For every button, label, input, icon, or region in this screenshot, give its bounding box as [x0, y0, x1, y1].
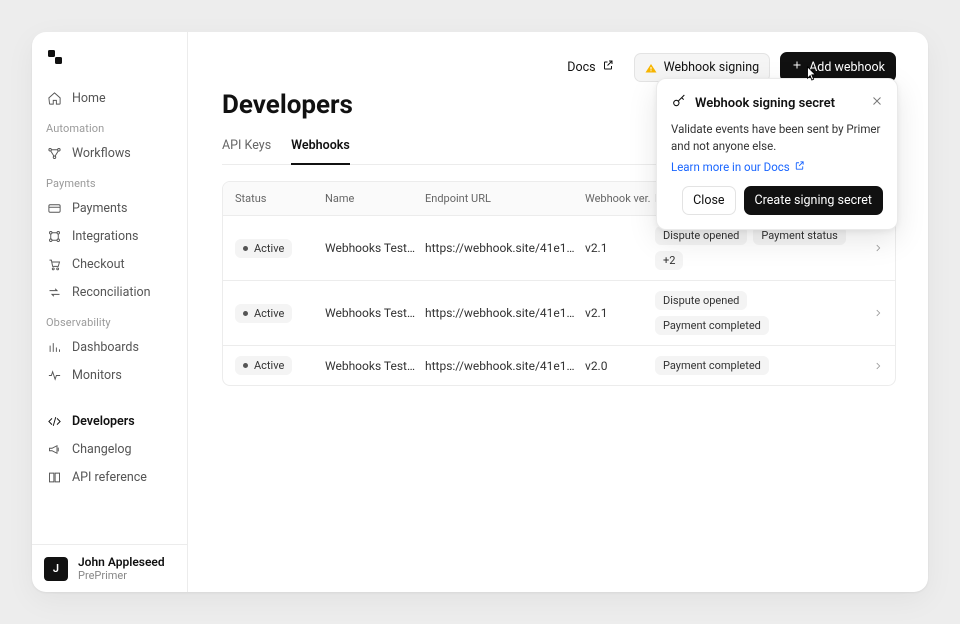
sidebar-group-observability: Observability Dashboards Monitors [32, 312, 187, 389]
brand-logo [46, 48, 64, 70]
webhook-name: Webhooks Test 2 [325, 306, 425, 320]
key-icon [671, 93, 687, 113]
chevron-right-icon[interactable] [859, 308, 883, 318]
table-row[interactable]: Active Webhooks Test 2https://webhook.sit… [223, 280, 895, 345]
cart-icon [46, 256, 62, 272]
sidebar-item-workflows[interactable]: Workflows [32, 139, 187, 167]
sidebar-item-home[interactable]: Home [32, 84, 187, 112]
webhook-signing-popover: Webhook signing secret Validate events h… [656, 78, 898, 230]
docs-link[interactable]: Docs [557, 53, 623, 81]
webhook-version: v2.1 [585, 241, 655, 255]
reconciliation-icon [46, 284, 62, 300]
warning-icon [645, 62, 658, 73]
webhook-version: v2.0 [585, 359, 655, 373]
sidebar-user[interactable]: J John Appleseed PrePrimer [32, 544, 187, 592]
sidebar-item-api-reference[interactable]: API reference [32, 463, 187, 491]
avatar: J [44, 557, 68, 581]
event-tags: Payment completed [655, 356, 859, 375]
main-content: Docs Webhook signing Add webhook Develop… [188, 32, 928, 592]
sidebar-item-label: Integrations [72, 229, 138, 244]
webhook-version: v2.1 [585, 306, 655, 320]
sidebar-item-label: Home [72, 91, 106, 106]
user-name: John Appleseed [78, 555, 165, 569]
sidebar-item-payments[interactable]: Payments [32, 194, 187, 222]
popover-create-button[interactable]: Create signing secret [744, 186, 883, 215]
sidebar-group-header: Automation [32, 118, 187, 139]
status-badge: Active [235, 356, 292, 375]
popover-title: Webhook signing secret [695, 96, 835, 111]
app-window: Home Automation Workflows Payments Payme… [32, 32, 928, 592]
table-row[interactable]: Active Webhooks Test 99https://webhook.si… [223, 345, 895, 385]
event-tag: Payment completed [655, 356, 769, 375]
sidebar-item-reconciliation[interactable]: Reconciliation [32, 278, 187, 306]
sidebar: Home Automation Workflows Payments Payme… [32, 32, 188, 592]
webhook-signing-label: Webhook signing [664, 60, 760, 75]
sidebar-item-label: Checkout [72, 257, 125, 272]
plus-icon [791, 59, 803, 75]
sidebar-item-label: Monitors [72, 368, 122, 383]
home-icon [46, 90, 62, 106]
megaphone-icon [46, 441, 62, 457]
sidebar-item-label: Reconciliation [72, 285, 151, 300]
chevron-right-icon[interactable] [859, 243, 883, 253]
webhook-url: https://webhook.site/41e17ea4-a... [425, 359, 585, 373]
popover-close-button[interactable]: Close [682, 186, 735, 215]
tab-api-keys[interactable]: API Keys [222, 130, 271, 165]
external-link-icon [794, 160, 805, 174]
close-icon[interactable] [871, 95, 883, 111]
webhook-name: Webhooks Test 99 [325, 359, 425, 373]
th-status: Status [235, 192, 325, 205]
workflow-icon [46, 145, 62, 161]
integrations-icon [46, 228, 62, 244]
docs-label: Docs [567, 60, 595, 75]
sidebar-group-bottom: Developers Changelog API reference [32, 407, 187, 491]
webhook-url: https://webhook.site/41e17ea4-a... [425, 306, 585, 320]
event-tag: +2 [655, 251, 683, 270]
sidebar-item-label: Payments [72, 201, 127, 216]
event-tag: Payment completed [655, 316, 769, 335]
user-org: PrePrimer [78, 569, 165, 582]
chevron-right-icon[interactable] [859, 361, 883, 371]
event-tags: Dispute opened Payment completed [655, 291, 859, 335]
sidebar-item-checkout[interactable]: Checkout [32, 250, 187, 278]
event-tag: Dispute opened [655, 291, 747, 310]
sidebar-group-payments: Payments Payments Integrations Checkout … [32, 173, 187, 306]
popover-link-label: Learn more in our Docs [671, 160, 790, 174]
th-name: Name [325, 192, 425, 205]
pulse-icon [46, 367, 62, 383]
sidebar-group-automation: Automation Workflows [32, 118, 187, 167]
sidebar-item-developers[interactable]: Developers [32, 407, 187, 435]
card-icon [46, 200, 62, 216]
sidebar-item-label: Changelog [72, 442, 132, 457]
external-link-icon [602, 59, 614, 75]
sidebar-item-label: Workflows [72, 146, 131, 161]
chart-icon [46, 339, 62, 355]
sidebar-item-integrations[interactable]: Integrations [32, 222, 187, 250]
webhook-name: Webhooks Test 1 [325, 241, 425, 255]
sidebar-item-monitors[interactable]: Monitors [32, 361, 187, 389]
sidebar-item-changelog[interactable]: Changelog [32, 435, 187, 463]
book-icon [46, 469, 62, 485]
sidebar-item-label: API reference [72, 470, 147, 485]
tab-webhooks[interactable]: Webhooks [291, 130, 350, 165]
status-badge: Active [235, 304, 292, 323]
sidebar-item-dashboards[interactable]: Dashboards [32, 333, 187, 361]
status-badge: Active [235, 239, 292, 258]
sidebar-item-label: Dashboards [72, 340, 139, 355]
add-webhook-label: Add webhook [809, 60, 885, 75]
th-version: Webhook ver. [585, 192, 655, 205]
popover-body: Validate events have been sent by Primer… [671, 121, 883, 154]
event-tags: Dispute openedPayment status+2 [655, 226, 859, 270]
webhook-url: https://webhook.site/41e17ea4-a... [425, 241, 585, 255]
sidebar-group-header: Payments [32, 173, 187, 194]
th-url: Endpoint URL [425, 192, 585, 205]
popover-docs-link[interactable]: Learn more in our Docs [671, 160, 805, 174]
sidebar-item-label: Developers [72, 414, 135, 429]
sidebar-group-header: Observability [32, 312, 187, 333]
code-icon [46, 413, 62, 429]
